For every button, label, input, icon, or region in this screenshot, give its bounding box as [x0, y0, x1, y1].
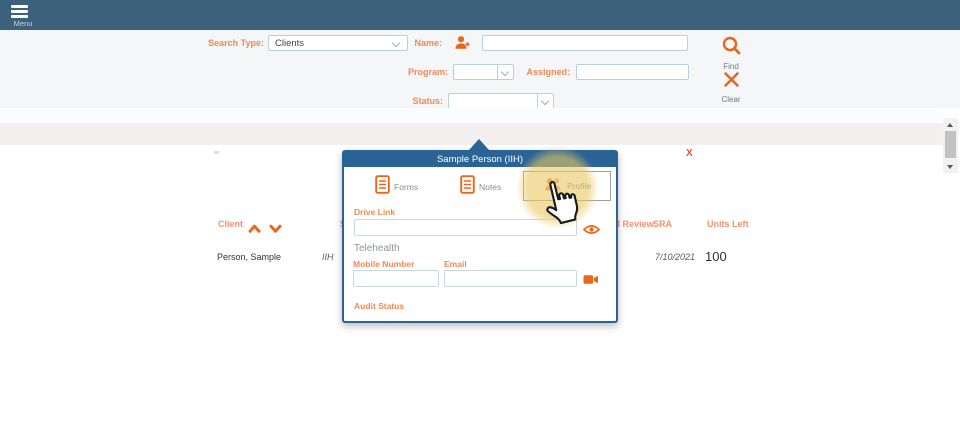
- assigned-label: Assigned:: [502, 67, 570, 77]
- tab-profile[interactable]: Profile: [523, 171, 611, 201]
- audit-status-label: Audit Status: [354, 301, 404, 311]
- tab-notes-label: Notes: [479, 182, 501, 192]
- person-add-icon: [453, 34, 471, 57]
- chevron-down-icon: [541, 97, 549, 105]
- scroll-up-icon[interactable]: [947, 123, 953, 127]
- menu-label: Menu: [8, 19, 38, 28]
- name-label: Name:: [372, 38, 442, 48]
- tab-forms-label: Forms: [394, 182, 418, 192]
- partial-row-fragment: [214, 151, 219, 154]
- name-input[interactable]: [483, 39, 687, 53]
- drive-link-input-box: [354, 219, 577, 236]
- scrollbar-thumb[interactable]: [945, 131, 956, 158]
- table-header: Client SA Level Status Assessment ISP Qu…: [0, 108, 943, 123]
- sort-ascending-icon[interactable]: [248, 220, 261, 238]
- next-row-review-marker: X: [686, 148, 693, 159]
- status-select[interactable]: [448, 93, 554, 109]
- top-navigation-bar: Menu: [0, 0, 960, 30]
- search-icon: [721, 35, 742, 61]
- cell-client: Person, Sample: [217, 252, 281, 262]
- app-window: Menu Search Type: Clients Name: Program:…: [0, 0, 960, 442]
- scroll-down-icon[interactable]: [947, 165, 953, 169]
- drive-link-label: Drive Link: [354, 207, 395, 217]
- sort-descending-icon[interactable]: [269, 220, 282, 238]
- search-type-value: Clients: [275, 38, 304, 49]
- cell-sra: 7/10/2021: [655, 252, 695, 262]
- cell-units-left: 100: [705, 249, 727, 264]
- mobile-number-label: Mobile Number: [353, 259, 414, 269]
- status-label: Status:: [375, 96, 443, 106]
- clear-label: Clear: [713, 95, 749, 104]
- tab-notes[interactable]: Notes: [460, 172, 501, 201]
- col-sra: SRA: [653, 219, 672, 229]
- col-units-left: Units Left: [707, 219, 749, 229]
- name-input-box: [482, 35, 688, 51]
- telehealth-heading: Telehealth: [354, 243, 400, 254]
- search-type-label: Search Type:: [160, 38, 264, 48]
- tab-forms[interactable]: Forms: [375, 172, 418, 201]
- mobile-input-box: [353, 270, 439, 287]
- modal-caret-up: [469, 139, 489, 150]
- assigned-input-box: [576, 64, 689, 80]
- cell-program: IIH: [322, 252, 334, 262]
- clear-button[interactable]: Clear: [713, 70, 749, 104]
- hamburger-icon: [11, 5, 28, 20]
- modal-header: Sample Person (IIH): [344, 152, 616, 167]
- eye-icon[interactable]: [583, 222, 600, 240]
- tab-profile-label: Profile: [567, 181, 591, 191]
- program-label: Program:: [380, 67, 448, 77]
- video-camera-icon[interactable]: [583, 272, 599, 290]
- table-scrollbar[interactable]: [943, 118, 958, 173]
- email-label: Email: [444, 259, 467, 269]
- document-icon: [375, 175, 390, 199]
- menu-button[interactable]: Menu: [8, 3, 38, 29]
- document-icon: [460, 175, 475, 199]
- find-button[interactable]: Find: [713, 35, 749, 71]
- drive-link-input[interactable]: [355, 223, 576, 238]
- close-x-icon: [722, 70, 741, 94]
- email-input-box: [444, 270, 577, 287]
- search-panel: Search Type: Clients Name: Program: Assi…: [0, 30, 960, 108]
- modal-title: Sample Person (IIH): [344, 152, 616, 167]
- client-detail-popup: Sample Person (IIH) Forms: [342, 150, 618, 323]
- people-icon: [543, 177, 563, 196]
- mobile-number-input[interactable]: [354, 274, 438, 289]
- col-client: Client: [218, 219, 243, 229]
- email-input[interactable]: [445, 274, 576, 289]
- assigned-input[interactable]: [577, 68, 688, 82]
